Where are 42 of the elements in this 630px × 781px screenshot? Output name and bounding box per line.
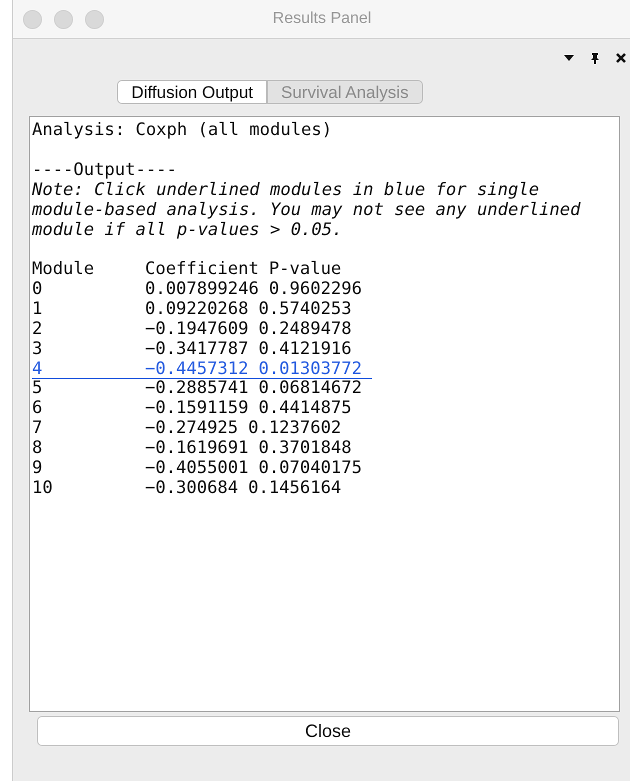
table-cell: 0.2489478 bbox=[258, 319, 352, 340]
table-cell: −0.3417787 bbox=[145, 338, 248, 359]
table-cell: 0.4414875 bbox=[258, 398, 352, 418]
table-cell: 0.1237602 bbox=[248, 418, 342, 438]
table-cell-text: 2 bbox=[32, 320, 44, 340]
table-cell-text: 10 bbox=[32, 478, 54, 499]
table-cell: 0.9602296 bbox=[268, 279, 362, 300]
table-cell-text: 3 bbox=[32, 340, 44, 360]
table-cell: 0.007899246 bbox=[145, 279, 259, 300]
table-cell-text: 6 bbox=[32, 399, 44, 420]
table-cell-text: 9 bbox=[32, 458, 44, 479]
output-heading: ----Output---- bbox=[32, 160, 178, 181]
table-cell: 0.06814672 bbox=[258, 378, 362, 398]
table-cell: 0.07040175 bbox=[258, 458, 362, 478]
column-header: Coefficient bbox=[145, 259, 259, 280]
table-cell: −0.4055001 bbox=[145, 458, 248, 478]
table-cell-text: 1 bbox=[32, 300, 44, 320]
pin-icon[interactable] bbox=[589, 52, 601, 64]
table-cell: 0.1456164 bbox=[248, 478, 342, 498]
analysis-title: Analysis: Coxph (all modules) bbox=[32, 121, 334, 141]
close-icon[interactable] bbox=[615, 52, 627, 64]
tab[interactable]: Diffusion Output bbox=[117, 80, 268, 104]
table-cell: −0.300684 bbox=[145, 478, 238, 498]
column-header: P-value bbox=[268, 259, 342, 280]
table-cell: −0.274925 bbox=[145, 418, 238, 438]
table-cell: 0.5740253 bbox=[258, 299, 352, 320]
close-button[interactable]: Close bbox=[37, 716, 619, 746]
note-text: Note: Click underlined modules in blue for single module-based analysis. You may not see any underlined module if all p-values > 0.05. bbox=[32, 180, 582, 240]
table-cell-text: 0 bbox=[32, 280, 44, 300]
column-header: Module bbox=[32, 260, 96, 280]
table-cell-text: 8 bbox=[32, 438, 44, 459]
table-cell-text: 7 bbox=[32, 419, 44, 439]
table-cell: 0.3701848 bbox=[258, 438, 352, 458]
window-title: Results Panel bbox=[272, 10, 372, 28]
table-cell: −0.1591159 bbox=[145, 398, 248, 418]
module-link[interactable]: 4 −0.4457312 0.01303772 bbox=[32, 360, 372, 380]
table-cell: 0.09220268 bbox=[145, 299, 248, 320]
table-cell: 0.4121916 bbox=[258, 338, 352, 359]
table-cell-text: 5 bbox=[32, 379, 44, 400]
table-cell: −0.1947609 bbox=[145, 319, 248, 340]
table-cell: −0.1619691 bbox=[145, 438, 248, 458]
table-cell: −0.2885741 bbox=[145, 378, 248, 398]
